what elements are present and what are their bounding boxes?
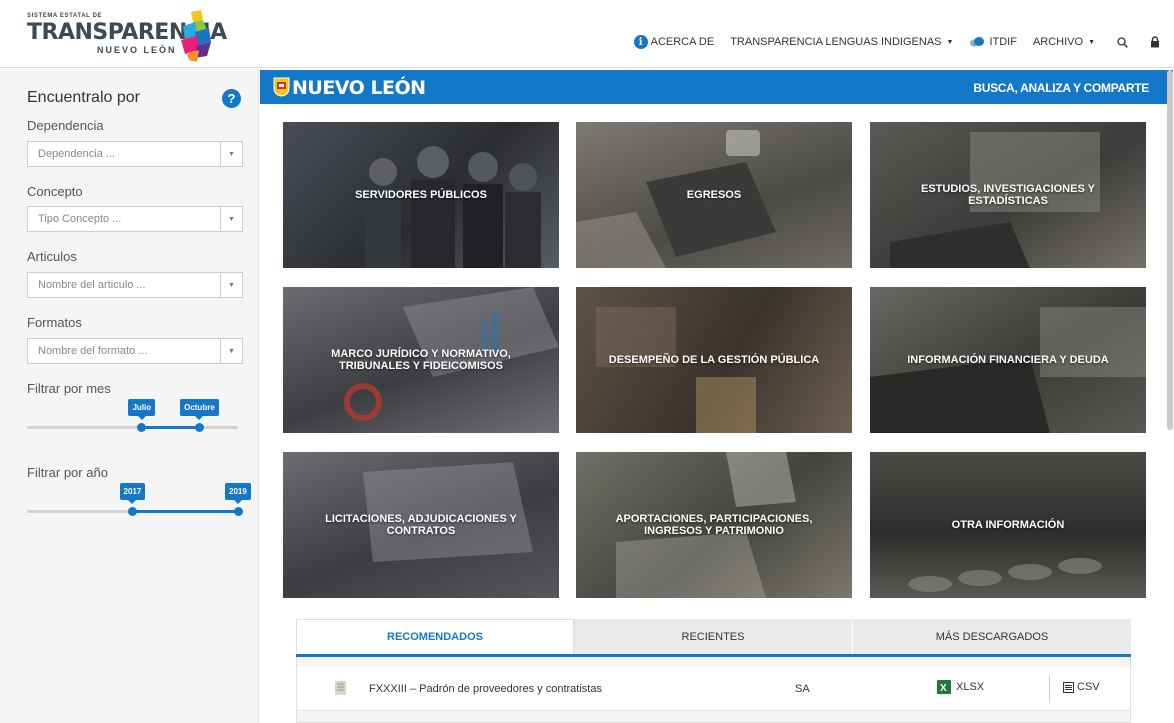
nav-itdif[interactable]: ITDIF xyxy=(969,36,1017,48)
nav-indigenous-languages[interactable]: TRANSPARENCIA LENGUAS INDIGENAS ▼ xyxy=(730,36,953,48)
month-to-tooltip: Octubre xyxy=(180,399,219,420)
tile-label: LICITACIONES, ADJUDICACIONES Y CONTRATOS xyxy=(325,513,517,537)
tab-recent[interactable]: RECIENTES xyxy=(574,619,853,654)
chevron-down-icon: ▼ xyxy=(220,273,242,297)
csv-icon xyxy=(1063,681,1074,693)
banner-title: NUEVO LEÓN xyxy=(292,77,426,99)
year-filter-label: Filtrar por año xyxy=(27,465,108,480)
tab-most-downloaded[interactable]: MÁS DESCARGADOS xyxy=(853,619,1131,654)
search-icon xyxy=(1117,36,1128,48)
filter-label-dependency: Dependencia xyxy=(27,118,104,133)
logo-sub-text: NUEVO LEÓN xyxy=(97,45,177,55)
tile-label: MARCO JURÍDICO Y NORMATIVO, TRIBUNALES Y… xyxy=(331,348,511,372)
lock-icon xyxy=(1151,36,1159,48)
caret-down-icon: ▼ xyxy=(946,38,954,46)
excel-icon: X xyxy=(937,680,951,694)
filter-sidebar: Encuentralo por ? Dependencia Dependenci… xyxy=(0,69,259,723)
info-icon: i xyxy=(633,35,648,49)
nav-about[interactable]: i ACERCA DE xyxy=(633,35,715,49)
sidebar-title: Encuentralo por xyxy=(27,89,140,106)
year-to-tooltip: 2019 xyxy=(225,483,251,504)
site-header: SISTEMA ESTATAL DE TRANSPARENCIA NUEVO L… xyxy=(0,0,1174,68)
tile-other-info[interactable]: OTRA INFORMACIÓN xyxy=(870,452,1146,598)
tile-financial-info[interactable]: INFORMACIÓN FINANCIERA Y DEUDA xyxy=(870,287,1146,433)
slider-handle-to[interactable] xyxy=(195,423,205,432)
filter-label-formats: Formatos xyxy=(27,315,82,330)
svg-text:X: X xyxy=(940,683,947,694)
nav-itdif-label: ITDIF xyxy=(989,36,1017,48)
logo-small-text: SISTEMA ESTATAL DE xyxy=(27,13,103,19)
tile-label: APORTACIONES, PARTICIPACIONES, INGRESOS … xyxy=(615,513,813,537)
format-select[interactable]: Nombre del formato ... ▼ xyxy=(27,338,243,364)
help-icon[interactable]: ? xyxy=(222,89,241,108)
dependency-code: SA xyxy=(795,683,810,695)
document-icon xyxy=(335,681,346,695)
nav-archive-label: ARCHIVO xyxy=(1032,36,1084,48)
dependency-placeholder: Dependencia ... xyxy=(38,148,116,160)
format-placeholder: Nombre del formato ... xyxy=(38,345,148,357)
year-from-tooltip: 2017 xyxy=(119,483,146,504)
format-name[interactable]: FXXXIII – Padrón de proveedores y contra… xyxy=(369,683,602,695)
article-select[interactable]: Nombre del articulo ... ▼ xyxy=(27,272,243,298)
downloads-tabs: RECOMENDADOS RECIENTES MÁS DESCARGADOS xyxy=(296,619,1131,657)
tile-label: DESEMPEÑO DE LA GESTIÓN PÚBLICA xyxy=(608,354,820,366)
page-scrollbar[interactable] xyxy=(1167,70,1173,430)
chevron-down-icon: ▼ xyxy=(220,142,242,166)
tile-label: EGRESOS xyxy=(686,189,742,201)
nav-indigenous-label: TRANSPARENCIA LENGUAS INDIGENAS xyxy=(730,36,942,48)
tile-label: INFORMACIÓN FINANCIERA Y DEUDA xyxy=(907,354,1109,366)
download-csv-button[interactable]: CSV xyxy=(1063,681,1100,693)
main-nav: i ACERCA DE TRANSPARENCIA LENGUAS INDIGE… xyxy=(618,32,1160,52)
xlsx-label: XLSX xyxy=(956,681,985,693)
tile-public-management[interactable]: DESEMPEÑO DE LA GESTIÓN PÚBLICA xyxy=(576,287,852,433)
tile-label: SERVIDORES PÚBLICOS xyxy=(355,189,487,201)
slider-range xyxy=(141,426,200,429)
year-range-slider[interactable]: 2017 2019 xyxy=(27,479,251,519)
tile-expenditures[interactable]: EGRESOS xyxy=(576,122,852,268)
dependency-select[interactable]: Dependencia ... ▼ xyxy=(27,141,243,167)
divider xyxy=(1049,675,1050,703)
slider-range xyxy=(132,510,238,513)
banner-slogan: BUSCA, ANALIZA Y COMPARTE xyxy=(973,81,1149,95)
caret-down-icon: ▼ xyxy=(1088,38,1095,46)
month-from-tooltip: Julio xyxy=(128,399,156,420)
logo-mark-icon xyxy=(181,10,211,62)
login-button[interactable] xyxy=(1150,36,1160,48)
slider-handle-from[interactable] xyxy=(137,423,147,432)
filter-label-concept: Concepto xyxy=(27,184,83,199)
article-placeholder: Nombre del articulo ... xyxy=(38,279,146,291)
search-button[interactable] xyxy=(1117,36,1128,48)
tile-studies[interactable]: ESTUDIOS, INVESTIGACIONES Y ESTADÍSTICAS xyxy=(870,122,1146,268)
cloud-icon xyxy=(970,37,985,47)
tab-recommended[interactable]: RECOMENDADOS xyxy=(296,619,574,654)
slider-track xyxy=(27,426,238,429)
tile-label: ESTUDIOS, INVESTIGACIONES Y ESTADÍSTICAS xyxy=(921,183,1095,207)
tile-tenders[interactable]: LICITACIONES, ADJUDICACIONES Y CONTRATOS xyxy=(283,452,559,598)
site-logo[interactable]: SISTEMA ESTATAL DE TRANSPARENCIA NUEVO L… xyxy=(27,10,227,62)
concept-placeholder: Tipo Concepto ... xyxy=(38,213,122,225)
tile-legal-framework[interactable]: MARCO JURÍDICO Y NORMATIVO, TRIBUNALES Y… xyxy=(283,287,559,433)
nav-about-label: ACERCA DE xyxy=(650,36,715,48)
slider-handle-to[interactable] xyxy=(233,507,243,516)
tile-contributions[interactable]: APORTACIONES, PARTICIPACIONES, INGRESOS … xyxy=(576,452,852,598)
slider-handle-from[interactable] xyxy=(128,507,137,516)
tile-label: OTRA INFORMACIÓN xyxy=(951,519,1065,531)
list-item: FXXXIII – Padrón de proveedores y contra… xyxy=(297,667,1130,711)
chevron-down-icon: ▼ xyxy=(220,339,242,363)
coat-of-arms-icon xyxy=(273,77,290,97)
download-xlsx-button[interactable]: X XLSX xyxy=(937,680,984,694)
filter-label-articles: Articulos xyxy=(27,249,77,264)
state-banner: NUEVO LEÓN BUSCA, ANALIZA Y COMPARTE xyxy=(260,70,1173,104)
tile-public-servants[interactable]: SERVIDORES PÚBLICOS xyxy=(283,122,559,268)
month-filter-label: Filtrar por mes xyxy=(27,381,111,396)
concept-select[interactable]: Tipo Concepto ... ▼ xyxy=(27,206,243,232)
nav-archive[interactable]: ARCHIVO ▼ xyxy=(1033,36,1095,48)
month-range-slider[interactable]: Julio Octubre xyxy=(27,395,238,435)
downloads-list: FXXXIII – Padrón de proveedores y contra… xyxy=(296,657,1131,723)
chevron-down-icon: ▼ xyxy=(220,207,242,231)
csv-label: CSV xyxy=(1077,681,1100,693)
